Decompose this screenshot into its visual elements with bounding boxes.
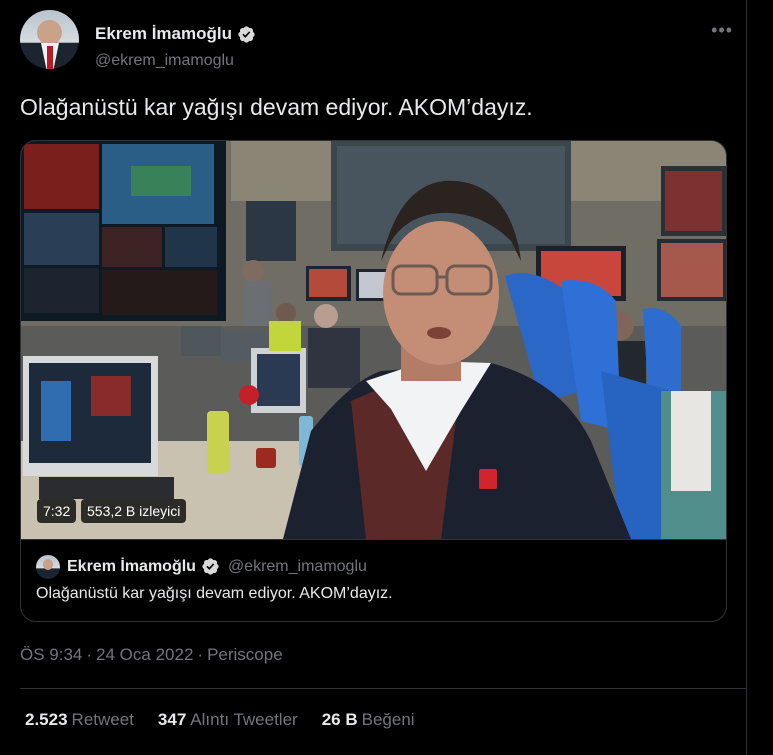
- quoted-author-handle: @ekrem_imamoglu: [227, 557, 367, 575]
- quoted-author-name: Ekrem İmamoğlu: [67, 557, 196, 575]
- verified-badge-icon: [238, 25, 255, 43]
- column-divider: [746, 0, 747, 755]
- tweet-meta: ÖS 9:34 · 24 Oca 2022 · Periscope: [20, 645, 283, 665]
- quoted-tweet-card[interactable]: 7:32 553,2 B izleyici Ekrem İmamoğlu @ek…: [20, 140, 727, 622]
- video-thumbnail: [21, 141, 726, 539]
- retweet-label: Retweet: [71, 710, 134, 729]
- divider: [20, 688, 747, 689]
- avatar[interactable]: [20, 10, 79, 69]
- tweet-text: Olağanüstü kar yağışı devam ediyor. AKOM…: [20, 94, 533, 120]
- author-name-row[interactable]: Ekrem İmamoğlu: [95, 24, 256, 44]
- quote-tweets-stat[interactable]: 347 Alıntı Tweetler: [158, 710, 298, 730]
- more-horizontal-icon[interactable]: •••: [711, 20, 733, 41]
- tweet-time[interactable]: ÖS 9:34: [20, 645, 82, 664]
- author-handle[interactable]: @ekrem_imamoglu: [95, 52, 234, 70]
- quoted-tweet[interactable]: Ekrem İmamoğlu @ekrem_imamoglu Olağanüst…: [21, 539, 726, 621]
- retweet-stat[interactable]: 2.523 Retweet: [25, 710, 134, 730]
- engagement-stats: 2.523 Retweet 347 Alıntı Tweetler 26 B Beğe…: [25, 710, 415, 730]
- quote-tweets-count: 347: [157, 710, 187, 729]
- avatar-tie: [47, 46, 53, 69]
- video-player[interactable]: 7:32 553,2 B izleyici: [21, 141, 726, 539]
- tweet-header: Ekrem İmamoğlu @ekrem_imamoglu •••: [20, 10, 733, 70]
- tweet-date[interactable]: 24 Oca 2022: [96, 645, 193, 664]
- likes-label: Beğeni: [361, 710, 415, 729]
- video-view-count: 553,2 B izleyici: [81, 499, 187, 523]
- meta-separator: ·: [197, 645, 204, 664]
- retweet-count: 2.523: [25, 710, 68, 729]
- quoted-author-row: Ekrem İmamoğlu @ekrem_imamoglu: [67, 557, 367, 576]
- likes-count: 26 B: [321, 710, 358, 729]
- video-duration: 7:32: [37, 499, 77, 523]
- meta-separator: ·: [86, 645, 93, 664]
- author-name[interactable]: Ekrem İmamoğlu: [95, 24, 232, 44]
- tweet-source[interactable]: Periscope: [207, 645, 283, 664]
- verified-badge-icon: [202, 558, 219, 575]
- quote-tweets-label: Alıntı Tweetler: [190, 710, 298, 729]
- quoted-avatar: [36, 555, 60, 579]
- likes-stat[interactable]: 26 B Beğeni: [322, 710, 415, 730]
- quoted-tweet-text: Olağanüstü kar yağışı devam ediyor. AKOM…: [36, 585, 393, 602]
